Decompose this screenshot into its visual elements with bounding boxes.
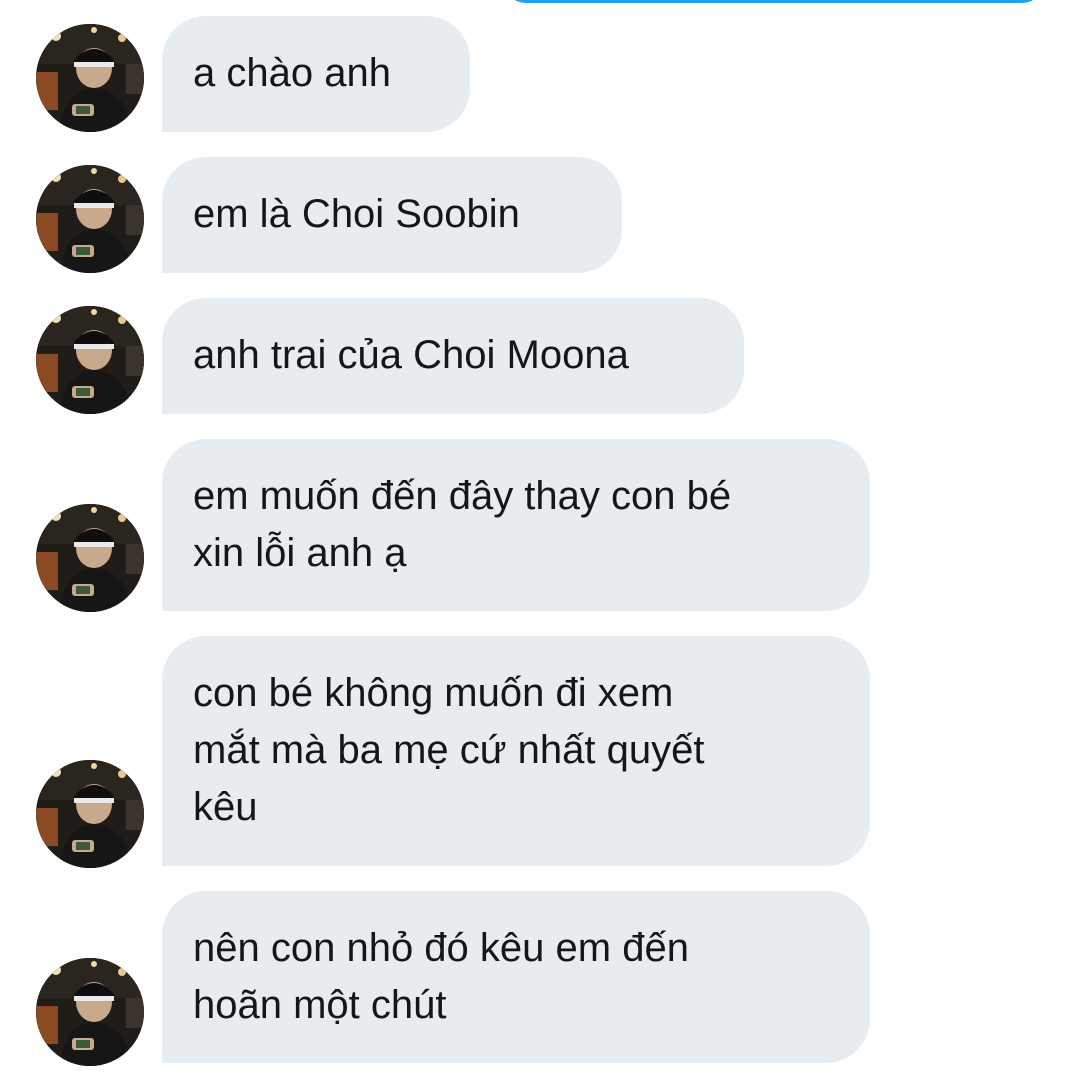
sender-avatar[interactable] [36, 760, 144, 868]
sender-avatar[interactable] [36, 24, 144, 132]
profile-photo-avatar [36, 165, 144, 273]
message-text-line: a chào anh [193, 51, 391, 95]
message-text-line: anh trai của Choi Moona [193, 333, 629, 377]
message-bubble[interactable]: em muốn đến đây thay con bé xin lỗi anh ạ [162, 439, 870, 611]
message-text-line: con bé không muốn đi xem [193, 671, 674, 715]
profile-photo-avatar [36, 24, 144, 132]
sender-avatar[interactable] [36, 165, 144, 273]
message-text-line: kêu [193, 785, 258, 829]
profile-photo-avatar [36, 958, 144, 1066]
message-bubble[interactable]: a chào anh [162, 16, 470, 132]
sender-avatar[interactable] [36, 306, 144, 414]
profile-photo-avatar [36, 504, 144, 612]
message-bubble[interactable]: nên con nhỏ đó kêu em đến hoãn một chút [162, 891, 870, 1063]
sender-avatar[interactable] [36, 958, 144, 1066]
message-text-line: nên con nhỏ đó kêu em đến [193, 926, 689, 970]
message-bubble[interactable]: con bé không muốn đi xem mắt mà ba mẹ cứ … [162, 636, 870, 866]
message-text-line: em là Choi Soobin [193, 192, 520, 236]
sender-avatar[interactable] [36, 504, 144, 612]
message-text-line: em muốn đến đây thay con bé [193, 474, 732, 518]
message-text-line: xin lỗi anh ạ [193, 531, 407, 575]
message-bubble[interactable]: em là Choi Soobin [162, 157, 622, 273]
message-bubble[interactable]: anh trai của Choi Moona [162, 298, 744, 414]
profile-photo-avatar [36, 306, 144, 414]
message-text-line: mắt mà ba mẹ cứ nhất quyết [193, 728, 705, 772]
message-text-line: hoãn một chút [193, 983, 447, 1027]
previous-message-bubble-edge [504, 0, 1044, 3]
profile-photo-avatar [36, 760, 144, 868]
